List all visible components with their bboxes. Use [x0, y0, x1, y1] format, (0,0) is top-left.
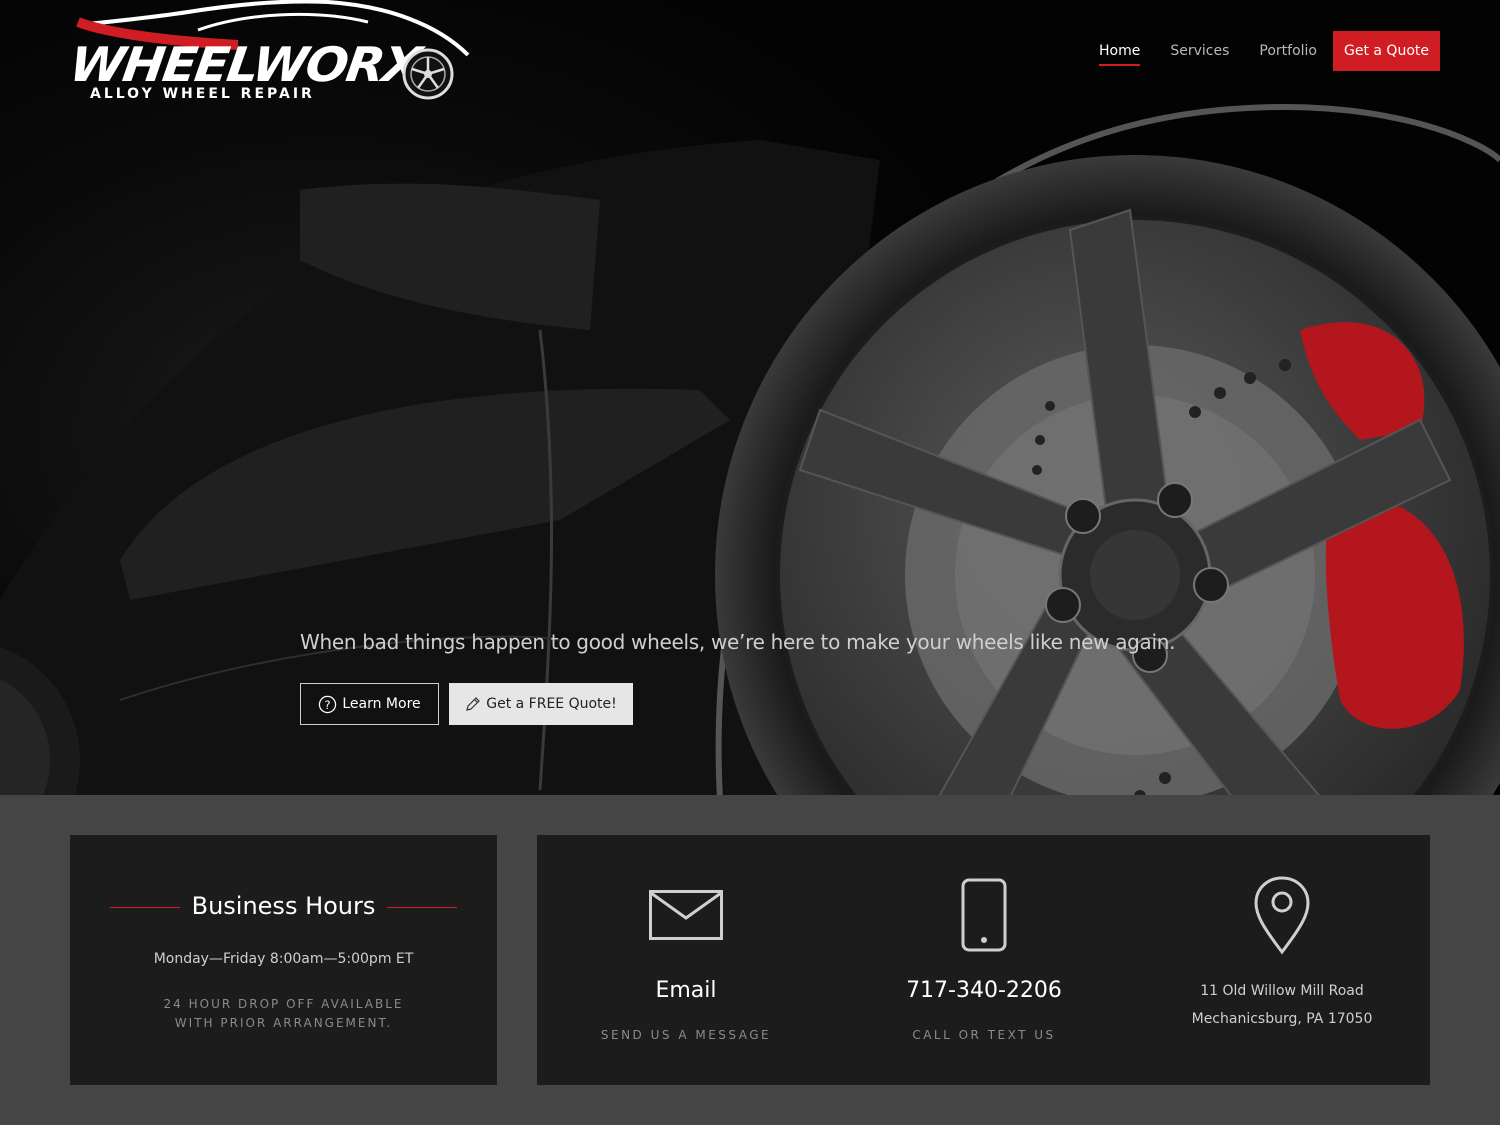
- address: 11 Old Willow Mill Road Mechanicsburg, P…: [1133, 977, 1431, 1033]
- email-title: Email: [655, 978, 717, 1003]
- email-subtitle: SEND US A MESSAGE: [600, 1028, 772, 1042]
- hours-note: 24 HOUR DROP OFF AVAILABLE WITH PRIOR AR…: [70, 995, 497, 1033]
- contact-location[interactable]: 11 Old Willow Mill Road Mechanicsburg, P…: [1133, 835, 1431, 1085]
- get-a-quote-button[interactable]: Get a Quote: [1333, 31, 1440, 71]
- phone-number: 717-340-2206: [906, 978, 1062, 1003]
- hours-note-line2: WITH PRIOR ARRANGEMENT.: [174, 1016, 393, 1030]
- business-hours-title: Business Hours: [191, 892, 376, 920]
- hero-tagline: When bad things happen to good wheels, w…: [300, 630, 1176, 654]
- free-quote-label: Get a FREE Quote!: [486, 696, 617, 712]
- wheel-icon: [402, 48, 454, 100]
- envelope-icon: [649, 890, 723, 945]
- phone-subtitle: CALL OR TEXT US: [912, 1028, 1056, 1042]
- free-quote-button[interactable]: Get a FREE Quote!: [449, 683, 633, 725]
- nav-item-portfolio[interactable]: Portfolio: [1259, 31, 1317, 71]
- svg-text:?: ?: [325, 697, 331, 711]
- main-nav: Home Services Portfolio Get a Quote: [1069, 31, 1440, 71]
- wheelworx-logo[interactable]: WHEELWORX ALLOY WHEEL REPAIR: [66, 0, 470, 105]
- hours-note-line1: 24 HOUR DROP OFF AVAILABLE: [163, 997, 404, 1011]
- contact-phone[interactable]: 717-340-2206 CALL OR TEXT US: [835, 835, 1133, 1085]
- nav-item-home[interactable]: Home: [1099, 31, 1141, 71]
- hours-schedule: Monday—Friday 8:00am—5:00pm ET: [153, 951, 414, 967]
- question-circle-icon: ?: [318, 695, 337, 714]
- brand-tagline: ALLOY WHEEL REPAIR: [90, 86, 315, 102]
- address-line1: 11 Old Willow Mill Road: [1200, 983, 1364, 999]
- address-line2: Mechanicsburg, PA 17050: [1191, 1011, 1373, 1027]
- hero-section: [0, 0, 1500, 795]
- pencil-icon: [465, 696, 481, 712]
- hero-car-image: [0, 104, 1500, 795]
- contact-card: Email SEND US A MESSAGE 717-340-2206 CAL…: [537, 835, 1430, 1085]
- contact-email[interactable]: Email SEND US A MESSAGE: [537, 835, 835, 1085]
- map-pin-icon: [1253, 875, 1311, 960]
- nav-item-services[interactable]: Services: [1170, 31, 1229, 71]
- learn-more-label: Learn More: [342, 696, 421, 712]
- brand-wordmark: WHEELWORX: [66, 37, 424, 93]
- smartphone-icon: [961, 878, 1007, 957]
- business-hours-card: Business Hours Monday—Friday 8:00am—5:00…: [70, 835, 497, 1085]
- learn-more-button[interactable]: ? Learn More: [300, 683, 439, 725]
- title-divider-right: [387, 907, 457, 908]
